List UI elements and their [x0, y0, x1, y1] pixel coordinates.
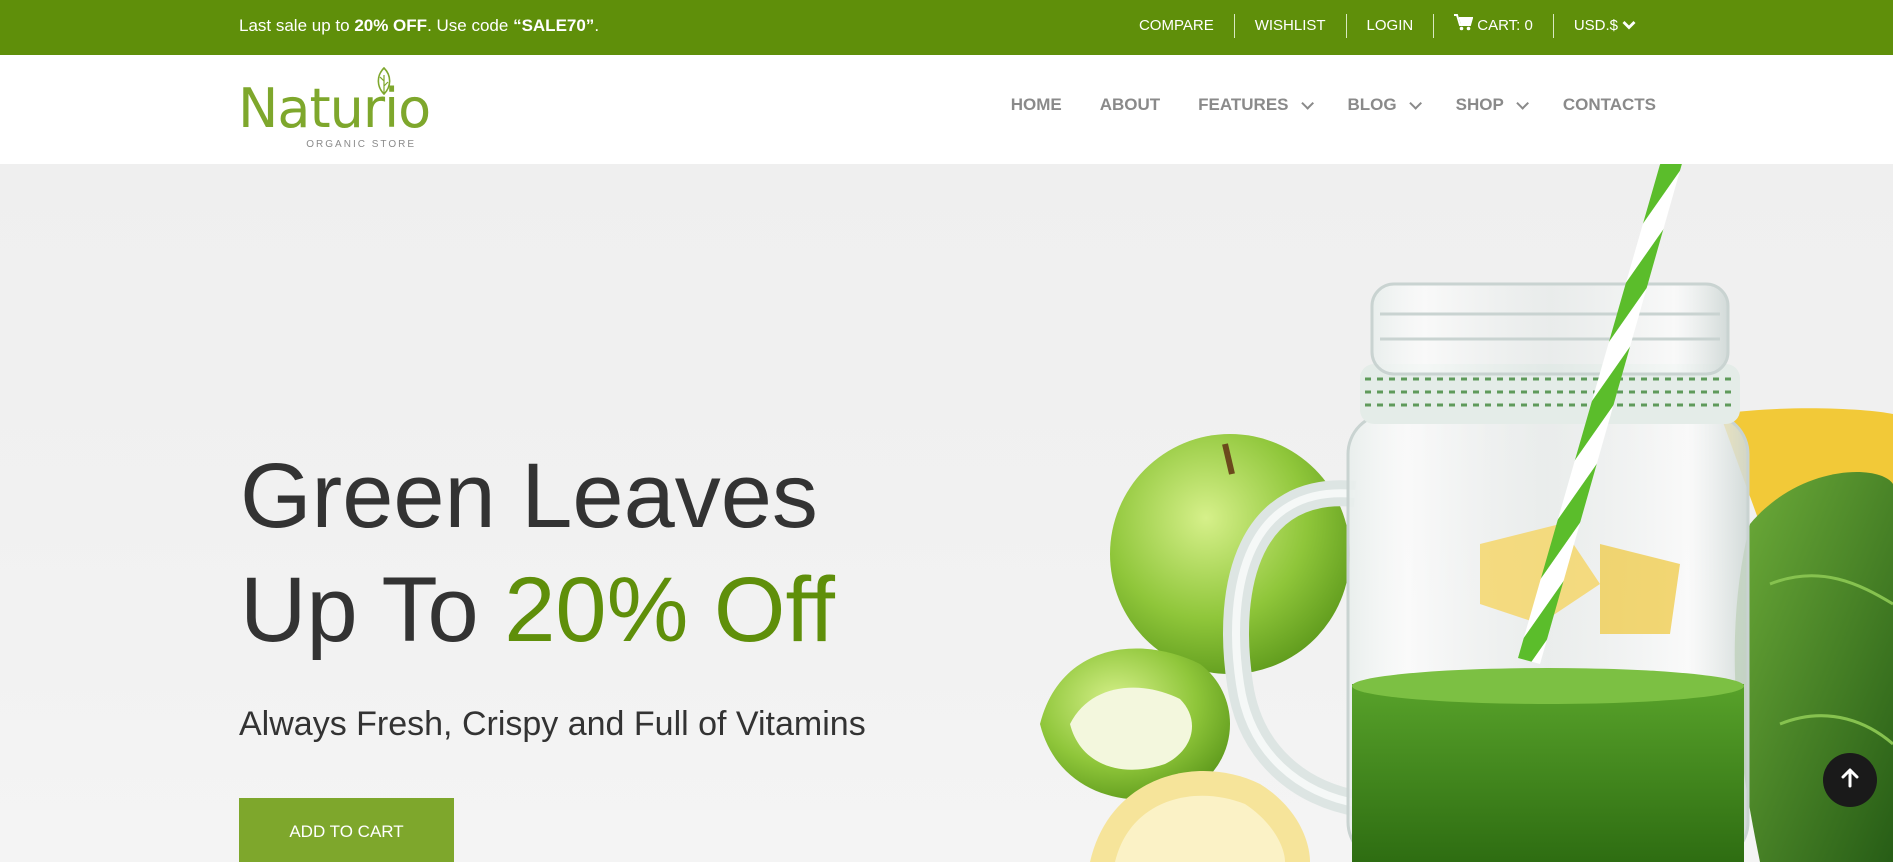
promo-suffix: . [594, 16, 600, 35]
hero-headline: Green Leaves Up To 20% Off [240, 439, 835, 667]
hero-headline-line2: Up To 20% Off [240, 553, 835, 667]
nav-shop[interactable]: SHOP [1455, 95, 1529, 115]
hero-subtitle: Always Fresh, Crispy and Full of Vitamin… [239, 705, 866, 743]
login-link[interactable]: LOGIN [1347, 14, 1434, 38]
promo-discount: 20% OFF [354, 16, 428, 35]
add-to-cart-button[interactable]: ADD TO CART [239, 798, 454, 862]
main-header: Naturio ORGANIC STORE HOME ABOUT FEATURE… [0, 55, 1893, 164]
logo-wordmark: Naturio [238, 77, 431, 140]
promo-prefix: Last sale up to [239, 16, 355, 35]
nav-home[interactable]: HOME [1011, 95, 1062, 115]
wishlist-label: WISHLIST [1254, 17, 1326, 34]
compare-label: COMPARE [1138, 17, 1214, 34]
logo[interactable]: Naturio ORGANIC STORE [238, 66, 431, 150]
cart-label: CART: 0 [1477, 17, 1533, 34]
nav-about[interactable]: ABOUT [1100, 95, 1160, 115]
nav-features-label: FEATURES [1198, 95, 1289, 114]
main-nav: HOME ABOUT FEATURES BLOG SHOP CONTACTS [1011, 95, 1656, 115]
nav-home-label: HOME [1010, 95, 1062, 114]
top-links: COMPARE WISHLIST LOGIN CART: 0 USD.$ [1119, 13, 1636, 39]
nav-features[interactable]: FEATURES [1198, 95, 1314, 115]
logo-tagline: ORGANIC STORE [306, 139, 416, 150]
compare-link[interactable]: COMPARE [1119, 14, 1234, 38]
promo-mid: . Use code [427, 16, 514, 35]
arrow-up-icon [1841, 768, 1859, 793]
cart-link[interactable]: CART: 0 [1434, 13, 1553, 39]
chevron-down-icon [1408, 96, 1422, 110]
hero-headline-accent: 20% Off [504, 559, 835, 661]
promo-text: Last sale up to 20% OFF. Use code “SALE7… [239, 16, 599, 36]
currency-label: USD.$ [1573, 17, 1618, 34]
hero-headline-prefix: Up To [240, 559, 505, 661]
cart-icon [1454, 13, 1474, 39]
hero-banner: Green Leaves Up To 20% Off Always Fresh,… [0, 164, 1893, 862]
nav-blog-label: BLOG [1347, 95, 1397, 114]
scroll-to-top-button[interactable] [1823, 753, 1877, 807]
nav-shop-label: SHOP [1455, 95, 1504, 114]
chevron-down-icon [1516, 96, 1529, 110]
chevron-down-icon [1300, 96, 1314, 110]
nav-blog[interactable]: BLOG [1347, 95, 1422, 115]
chevron-down-icon [1622, 14, 1636, 38]
wishlist-link[interactable]: WISHLIST [1235, 14, 1346, 38]
promo-code: “SALE70” [513, 16, 595, 35]
nav-contacts[interactable]: CONTACTS [1563, 95, 1656, 115]
login-label: LOGIN [1366, 17, 1414, 34]
nav-contacts-label: CONTACTS [1562, 95, 1656, 114]
hero-headline-line1: Green Leaves [240, 445, 818, 547]
top-bar: Last sale up to 20% OFF. Use code “SALE7… [0, 0, 1893, 55]
currency-select[interactable]: USD.$ [1554, 14, 1636, 38]
nav-about-label: ABOUT [1099, 95, 1161, 114]
